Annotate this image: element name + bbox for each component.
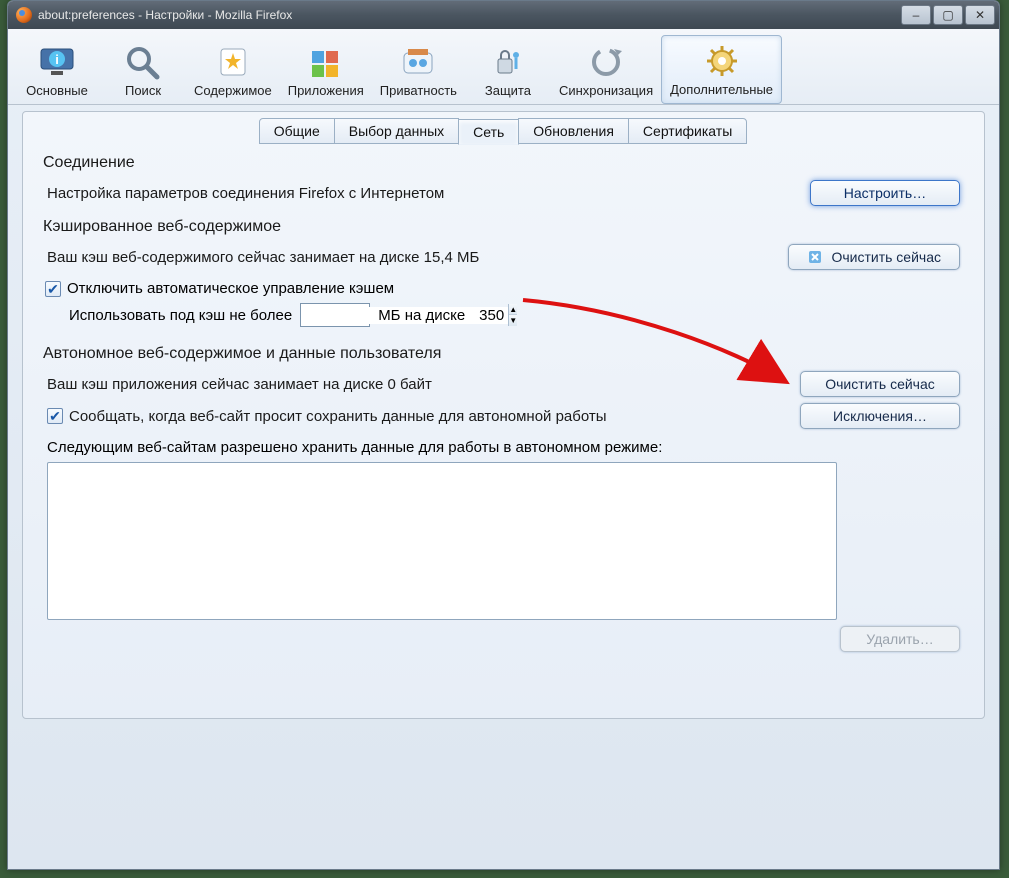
advanced-panel: Общие Выбор данных Сеть Обновления Серти…	[22, 111, 985, 719]
subtab-general[interactable]: Общие	[259, 118, 335, 144]
cache-limit-after: МБ на диске	[378, 307, 465, 324]
section-offline-title: Автономное веб-содержимое и данные польз…	[43, 345, 968, 363]
category-label: Основные	[22, 83, 92, 98]
category-label: Поиск	[108, 83, 178, 98]
svg-text:i: i	[55, 52, 59, 67]
category-label: Синхронизация	[559, 83, 653, 98]
subtab-certificates[interactable]: Сертификаты	[628, 118, 747, 144]
offline-status: Ваш кэш приложения сейчас занимает на ди…	[47, 376, 800, 393]
webcache-status: Ваш кэш веб-содержимого сейчас занимает …	[47, 249, 788, 266]
window-controls: – ▢ ✕	[901, 5, 995, 25]
connection-desc: Настройка параметров соединения Firefox …	[47, 185, 810, 202]
maximize-button[interactable]: ▢	[933, 5, 963, 25]
minimize-button[interactable]: –	[901, 5, 931, 25]
offline-exceptions-button[interactable]: Исключения…	[800, 403, 960, 429]
category-security[interactable]: Защита	[465, 37, 551, 104]
category-label: Приватность	[380, 83, 457, 98]
apps-icon	[288, 41, 364, 83]
firefox-icon	[16, 7, 32, 23]
category-label: Приложения	[288, 83, 364, 98]
monitor-info-icon: i	[22, 41, 92, 83]
category-privacy[interactable]: Приватность	[372, 37, 465, 104]
cache-limit-before: Использовать под кэш не более	[69, 307, 292, 324]
category-search[interactable]: Поиск	[100, 37, 186, 104]
category-toolbar: i Основные Поиск Содержимое Приложения	[8, 29, 999, 105]
category-applications[interactable]: Приложения	[280, 37, 372, 104]
titlebar: about:preferences - Настройки - Mozilla …	[8, 1, 999, 29]
preferences-window: about:preferences - Настройки - Mozilla …	[7, 0, 1000, 870]
window-title: about:preferences - Настройки - Mozilla …	[38, 8, 292, 22]
override-cache-label: Отключить автоматическое управление кэше…	[67, 280, 394, 297]
category-sync[interactable]: Синхронизация	[551, 37, 661, 104]
offline-notify-label: Сообщать, когда веб-сайт просит сохранит…	[69, 408, 607, 425]
category-content[interactable]: Содержимое	[186, 37, 280, 104]
category-label: Дополнительные	[670, 82, 773, 97]
category-general[interactable]: i Основные	[14, 37, 100, 104]
offline-sites-list[interactable]	[47, 462, 837, 620]
sync-icon	[559, 41, 653, 83]
clear-cache-icon	[807, 249, 823, 265]
subtab-data-choices[interactable]: Выбор данных	[334, 118, 459, 144]
category-label: Содержимое	[194, 83, 272, 98]
subtab-updates[interactable]: Обновления	[518, 118, 629, 144]
cache-limit-spinner[interactable]: ▲▼	[508, 304, 517, 326]
privacy-mask-icon	[380, 41, 457, 83]
clear-offline-button[interactable]: Очистить сейчас	[800, 371, 960, 397]
section-connection-title: Соединение	[43, 154, 968, 172]
cache-limit-input[interactable]: ▲▼	[300, 303, 370, 327]
clear-webcache-button[interactable]: Очистить сейчас	[788, 244, 960, 270]
configure-connection-button[interactable]: Настроить…	[810, 180, 960, 206]
magnifier-icon	[108, 41, 178, 83]
gear-icon	[670, 40, 773, 82]
section-webcache-title: Кэшированное веб-содержимое	[43, 218, 968, 236]
offline-notify-checkbox[interactable]: ✔	[47, 408, 63, 424]
close-button[interactable]: ✕	[965, 5, 995, 25]
category-advanced[interactable]: Дополнительные	[661, 35, 782, 104]
subtab-network[interactable]: Сеть	[458, 119, 519, 145]
sparkle-doc-icon	[194, 41, 272, 83]
category-label: Защита	[473, 83, 543, 98]
lock-key-icon	[473, 41, 543, 83]
override-cache-checkbox[interactable]: ✔	[45, 281, 61, 297]
advanced-subtabs: Общие Выбор данных Сеть Обновления Серти…	[39, 118, 968, 144]
offline-list-label: Следующим веб-сайтам разрешено хранить д…	[47, 439, 960, 456]
remove-offline-site-button: Удалить…	[840, 626, 960, 652]
